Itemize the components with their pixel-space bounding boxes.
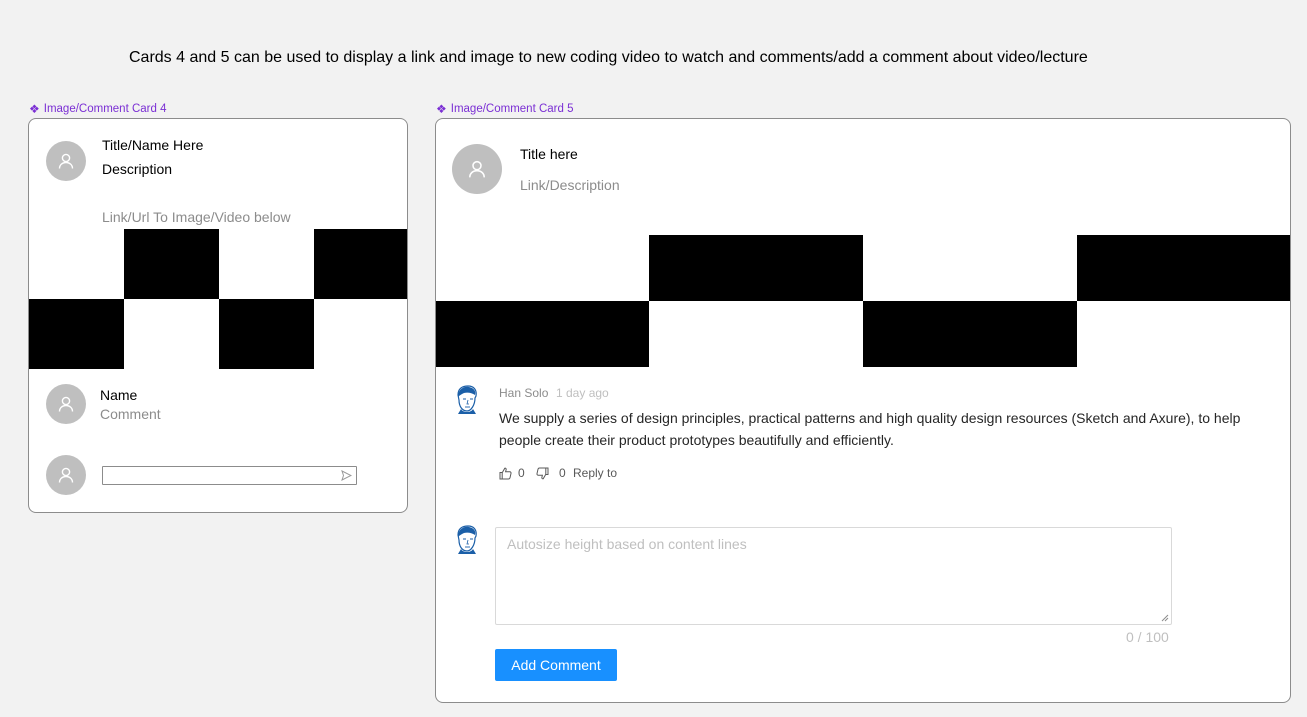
add-comment-button[interactable]: Add Comment bbox=[495, 649, 617, 681]
comment-input[interactable] bbox=[102, 466, 357, 485]
comment-time: 1 day ago bbox=[556, 386, 609, 400]
dislike-icon bbox=[536, 467, 549, 479]
like-icon bbox=[499, 467, 512, 479]
current-user-avatar bbox=[457, 525, 477, 554]
han-solo-avatar bbox=[457, 385, 477, 414]
page-heading: Cards 4 and 5 can be used to display a l… bbox=[129, 49, 1088, 66]
commenter-avatar bbox=[46, 384, 86, 424]
image-comment-card-4: Title/Name Here Description Link/Url To … bbox=[28, 118, 408, 513]
component-icon: ❖ bbox=[29, 102, 40, 116]
image-comment-card-5: Title here Link/Description Han Solo 1 d… bbox=[435, 118, 1291, 703]
reply-to-link[interactable]: Reply to bbox=[573, 466, 617, 480]
card-title: Title here bbox=[520, 146, 578, 162]
like-action[interactable]: 0 bbox=[499, 466, 525, 480]
resize-grip-icon[interactable] bbox=[1161, 614, 1169, 622]
comment-author-name: Name bbox=[100, 387, 138, 403]
comment-content-line1: We supply a series of design principles,… bbox=[499, 410, 1241, 426]
comment-textarea-placeholder: Autosize height based on content lines bbox=[507, 536, 747, 552]
frame-label-card5: ❖ Image/Comment Card 5 bbox=[436, 103, 573, 115]
avatar bbox=[46, 141, 86, 181]
media-image-placeholder[interactable] bbox=[29, 229, 407, 369]
frame-label-card4: ❖ Image/Comment Card 4 bbox=[29, 103, 166, 115]
user-icon bbox=[469, 160, 485, 178]
comment-text: Comment bbox=[100, 406, 161, 422]
comment-content-line2: people create their product prototypes b… bbox=[499, 432, 894, 448]
card-subtitle-link[interactable]: Link/Description bbox=[520, 177, 620, 193]
character-counter: 0 / 100 bbox=[1126, 629, 1169, 645]
card-title: Title/Name Here bbox=[102, 137, 204, 153]
user-icon bbox=[58, 153, 74, 169]
send-icon[interactable] bbox=[341, 470, 352, 481]
reply-to-label: Reply to bbox=[573, 466, 618, 480]
frame-label-card4-text: Image/Comment Card 4 bbox=[43, 103, 167, 115]
dislike-count: 0 bbox=[559, 466, 566, 480]
like-count: 0 bbox=[518, 466, 525, 480]
avatar bbox=[452, 144, 502, 194]
component-icon: ❖ bbox=[436, 102, 447, 116]
dislike-action[interactable]: 0 bbox=[536, 466, 566, 480]
media-link[interactable]: Link/Url To Image/Video below bbox=[102, 209, 291, 225]
card-description: Description bbox=[102, 161, 173, 177]
comment-author[interactable]: Han Solo bbox=[499, 386, 548, 400]
current-user-avatar bbox=[46, 455, 86, 495]
comment-textarea[interactable]: Autosize height based on content lines bbox=[495, 527, 1172, 625]
frame-label-card5-text: Image/Comment Card 5 bbox=[450, 103, 574, 115]
media-image-placeholder[interactable] bbox=[436, 235, 1290, 367]
user-icon bbox=[58, 467, 74, 483]
user-icon bbox=[58, 396, 74, 412]
